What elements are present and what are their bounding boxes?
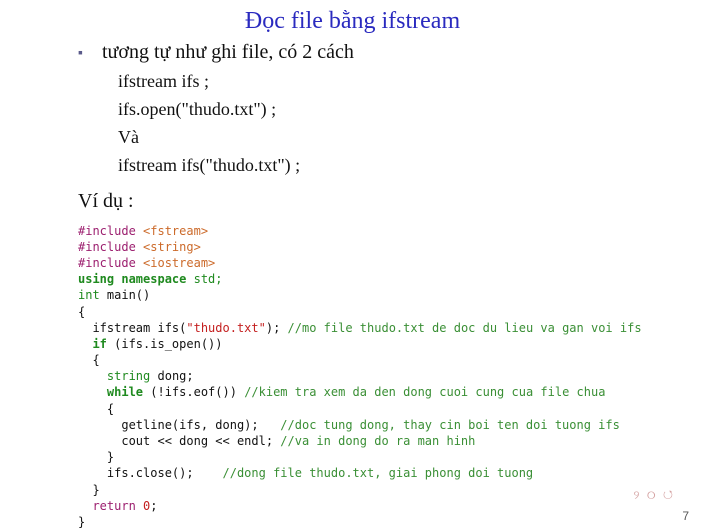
code-token: dong; [150, 369, 193, 383]
code-token: #include [78, 240, 143, 254]
code-token: (!ifs.eof()) [143, 385, 244, 399]
intro-code-line: ifstream ifs("thudo.txt") ; [118, 152, 705, 180]
code-token: //kiem tra xem da den dong cuoi cung cua… [244, 385, 605, 399]
code-token: using namespace [78, 272, 186, 286]
code-token [136, 499, 143, 513]
intro-code-line: ifstream ifs ; [118, 68, 705, 96]
intro-code-line: Và [118, 124, 705, 152]
code-token: <iostream> [143, 256, 215, 270]
code-token: //va in dong do ra man hinh [280, 434, 475, 448]
code-token: return [92, 499, 135, 513]
code-token: string [107, 369, 150, 383]
code-token: getline(ifs, dong); [78, 418, 280, 432]
code-token: <string> [143, 240, 201, 254]
code-token: main() [100, 288, 151, 302]
code-token: #include [78, 224, 143, 238]
code-token: while [107, 385, 143, 399]
code-token: { [78, 402, 114, 416]
code-token: } [78, 515, 85, 529]
code-token: ifs.close(); [78, 466, 223, 480]
code-token: ); [266, 321, 288, 335]
code-token: ; [150, 499, 157, 513]
code-token: cout << dong << endl; [78, 434, 280, 448]
code-token: //doc tung dong, thay cin boi ten doi tu… [280, 418, 620, 432]
bullet-row: ▪ tương tự như ghi file, có 2 cách [0, 41, 705, 64]
code-token: if [92, 337, 106, 351]
code-token: //mo file thudo.txt de doc du lieu va ga… [288, 321, 642, 335]
nav-icon: ୨ ୦ ↺ [634, 488, 675, 503]
example-label: Ví dụ : [0, 190, 705, 213]
code-token: } [78, 450, 114, 464]
code-token: (ifs.is_open()) [107, 337, 223, 351]
code-token: //dong file thudo.txt, giai phong doi tu… [223, 466, 534, 480]
code-token: int [78, 288, 100, 302]
bullet-text: tương tự như ghi file, có 2 cách [102, 41, 354, 64]
code-token: ifstream ifs( [78, 321, 186, 335]
code-token: { [78, 305, 85, 319]
bullet-mark-icon: ▪ [78, 41, 102, 62]
code-token: "thudo.txt" [186, 321, 265, 335]
slide: Đọc file bằng ifstream ▪ tương tự như gh… [0, 0, 705, 529]
code-token: <fstream> [143, 224, 208, 238]
code-token: #include [78, 256, 143, 270]
code-token: std; [186, 272, 222, 286]
code-block: #include <fstream> #include <string> #in… [0, 223, 705, 529]
code-token: } [78, 483, 100, 497]
slide-title: Đọc file bằng ifstream [0, 0, 705, 39]
intro-code: ifstream ifs ; ifs.open("thudo.txt") ; V… [0, 68, 705, 180]
page-number: 7 [682, 509, 689, 523]
code-token: { [78, 353, 100, 367]
intro-code-line: ifs.open("thudo.txt") ; [118, 96, 705, 124]
